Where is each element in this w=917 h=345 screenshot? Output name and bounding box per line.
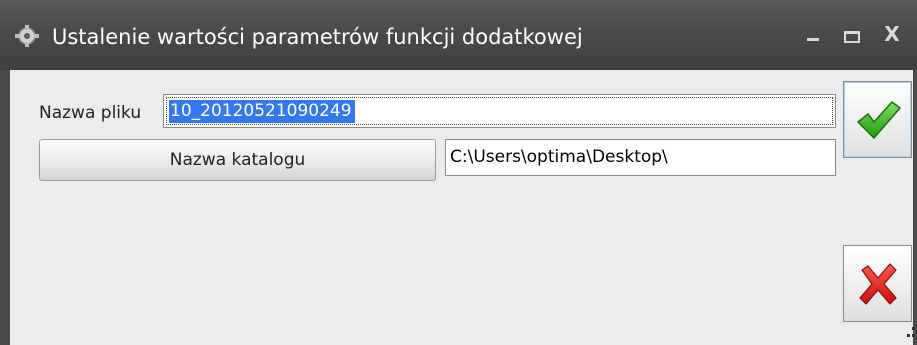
folder-name-button[interactable]: Nazwa katalogu	[39, 139, 436, 181]
title-bar[interactable]: Ustalenie wartości parametrów funkcji do…	[0, 0, 917, 70]
file-name-label: Nazwa pliku	[39, 103, 142, 123]
dialog-window: Ustalenie wartości parametrów funkcji do…	[0, 0, 917, 345]
resize-grip[interactable]	[907, 325, 917, 341]
file-name-input[interactable]: 10_20120521090249	[163, 94, 836, 128]
folder-path-input[interactable]: C:\Users\optima\Desktop\	[445, 139, 836, 176]
file-name-value[interactable]: 10_20120521090249	[169, 100, 355, 123]
window-title: Ustalenie wartości parametrów funkcji do…	[52, 25, 583, 49]
app-gear-icon	[14, 25, 40, 47]
cancel-button[interactable]	[843, 245, 912, 322]
close-button[interactable]: X	[875, 18, 909, 50]
confirm-button[interactable]	[843, 81, 912, 158]
minimize-button[interactable]	[796, 18, 830, 50]
maximize-button[interactable]	[834, 18, 868, 50]
